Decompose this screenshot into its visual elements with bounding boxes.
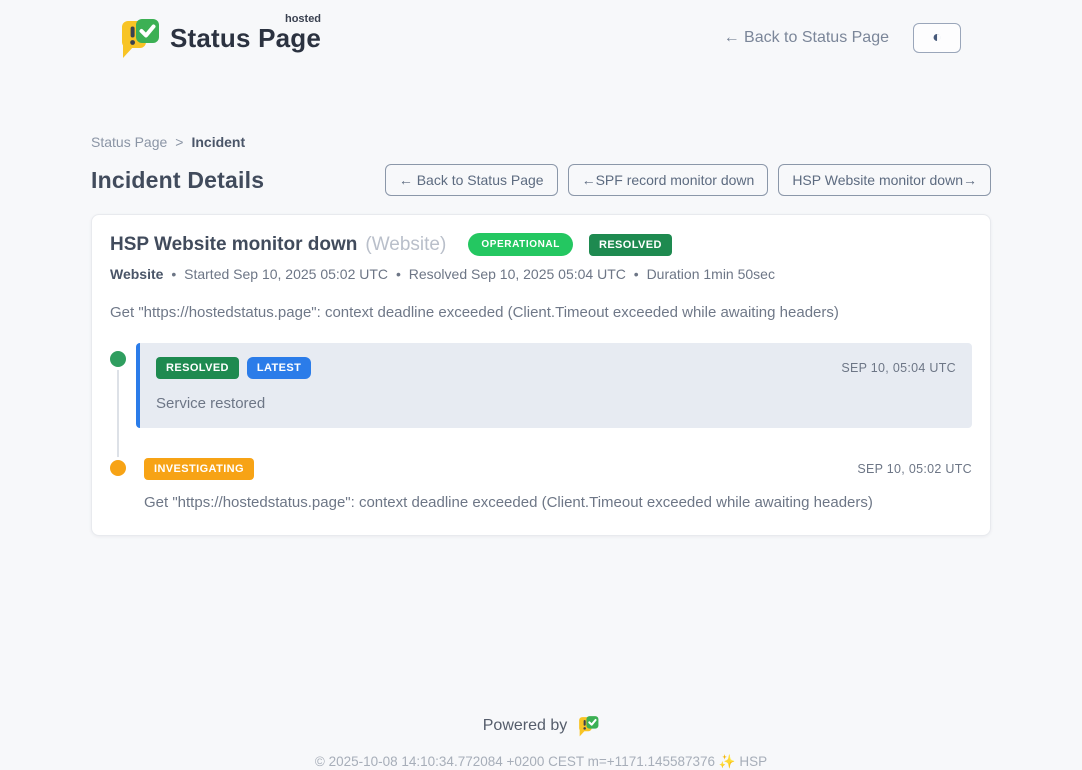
timeline-entry: RESOLVED LATEST SEP 10, 05:04 UTC Servic… [110, 343, 972, 428]
prev-incident-button[interactable]: ←SPF record monitor down [568, 164, 769, 196]
main-content: Status Page > Incident Incident Details … [91, 134, 991, 770]
incident-component: (Website) [365, 234, 446, 256]
incident-title-row: HSP Website monitor down (Website) OPERA… [110, 233, 972, 256]
timeline-entry-box-latest: RESOLVED LATEST SEP 10, 05:04 UTC Servic… [136, 343, 972, 428]
brand-text: Status Page hosted [170, 15, 321, 54]
meta-component: Website [110, 266, 163, 282]
operational-status-badge: OPERATIONAL [468, 233, 573, 256]
incident-nav-buttons: ← Back to Status Page ←SPF record monito… [385, 164, 991, 196]
breadcrumb-root[interactable]: Status Page [91, 134, 167, 150]
brand-name: Status Page [170, 23, 321, 53]
breadcrumb-separator: > [175, 134, 183, 150]
title-row: Incident Details ← Back to Status Page ←… [91, 164, 991, 196]
timeline-entry-box: INVESTIGATING SEP 10, 05:02 UTC Get "htt… [136, 458, 972, 511]
page-title: Incident Details [91, 167, 264, 194]
incident-timeline: RESOLVED LATEST SEP 10, 05:04 UTC Servic… [110, 343, 972, 511]
header: Status Page hosted ← Back to Status Page… [0, 0, 1082, 76]
timeline-message: Get "https://hostedstatus.page": context… [144, 494, 972, 511]
timeline-dot-investigating [110, 460, 126, 476]
half-circle-theme-icon: ◐ [932, 29, 942, 47]
timeline-entry-head: INVESTIGATING SEP 10, 05:02 UTC [144, 458, 972, 480]
timeline-timestamp: SEP 10, 05:04 UTC [841, 361, 956, 375]
latest-badge: LATEST [247, 357, 311, 379]
meta-separator: • [634, 266, 639, 282]
investigating-badge: INVESTIGATING [144, 458, 254, 480]
meta-separator: • [396, 266, 401, 282]
copyright-text: © 2025-10-08 14:10:34.772084 +0200 CEST … [91, 754, 991, 770]
theme-toggle-button[interactable]: ◐ [913, 23, 961, 53]
brand-logo[interactable]: Status Page hosted [118, 15, 321, 61]
meta-started: Started Sep 10, 2025 05:02 UTC [184, 266, 388, 282]
resolved-badge: RESOLVED [156, 357, 239, 379]
footer: Powered by © 2025-10-08 14:10:34.772084 … [91, 714, 991, 770]
timeline-entry-head: RESOLVED LATEST SEP 10, 05:04 UTC [156, 357, 956, 379]
resolved-state-badge: RESOLVED [589, 234, 672, 256]
timeline-entry: INVESTIGATING SEP 10, 05:02 UTC Get "htt… [110, 458, 972, 511]
timeline-message: Service restored [156, 395, 956, 412]
incident-card: HSP Website monitor down (Website) OPERA… [91, 214, 991, 536]
timeline-timestamp: SEP 10, 05:02 UTC [857, 462, 972, 476]
meta-duration: Duration 1min 50sec [647, 266, 775, 282]
status-page-mini-logo-icon [577, 714, 599, 738]
header-right: ← Back to Status Page ◐ [724, 23, 961, 53]
back-to-status-page-link[interactable]: ← Back to Status Page [724, 29, 889, 47]
meta-separator: • [171, 266, 176, 282]
powered-by-label: Powered by [483, 717, 568, 735]
status-page-logo-icon [118, 15, 160, 61]
meta-resolved: Resolved Sep 10, 2025 05:04 UTC [409, 266, 626, 282]
timeline-dot-resolved [110, 351, 126, 367]
brand-superscript: hosted [285, 13, 321, 25]
incident-meta: Website • Started Sep 10, 2025 05:02 UTC… [110, 266, 972, 282]
incident-title: HSP Website monitor down [110, 234, 357, 256]
breadcrumb: Status Page > Incident [91, 134, 991, 150]
breadcrumb-current: Incident [191, 134, 245, 150]
powered-by: Powered by [91, 714, 991, 738]
back-to-status-page-button[interactable]: ← Back to Status Page [385, 164, 558, 196]
next-incident-button[interactable]: HSP Website monitor down→ [778, 164, 991, 196]
incident-description: Get "https://hostedstatus.page": context… [110, 304, 972, 321]
